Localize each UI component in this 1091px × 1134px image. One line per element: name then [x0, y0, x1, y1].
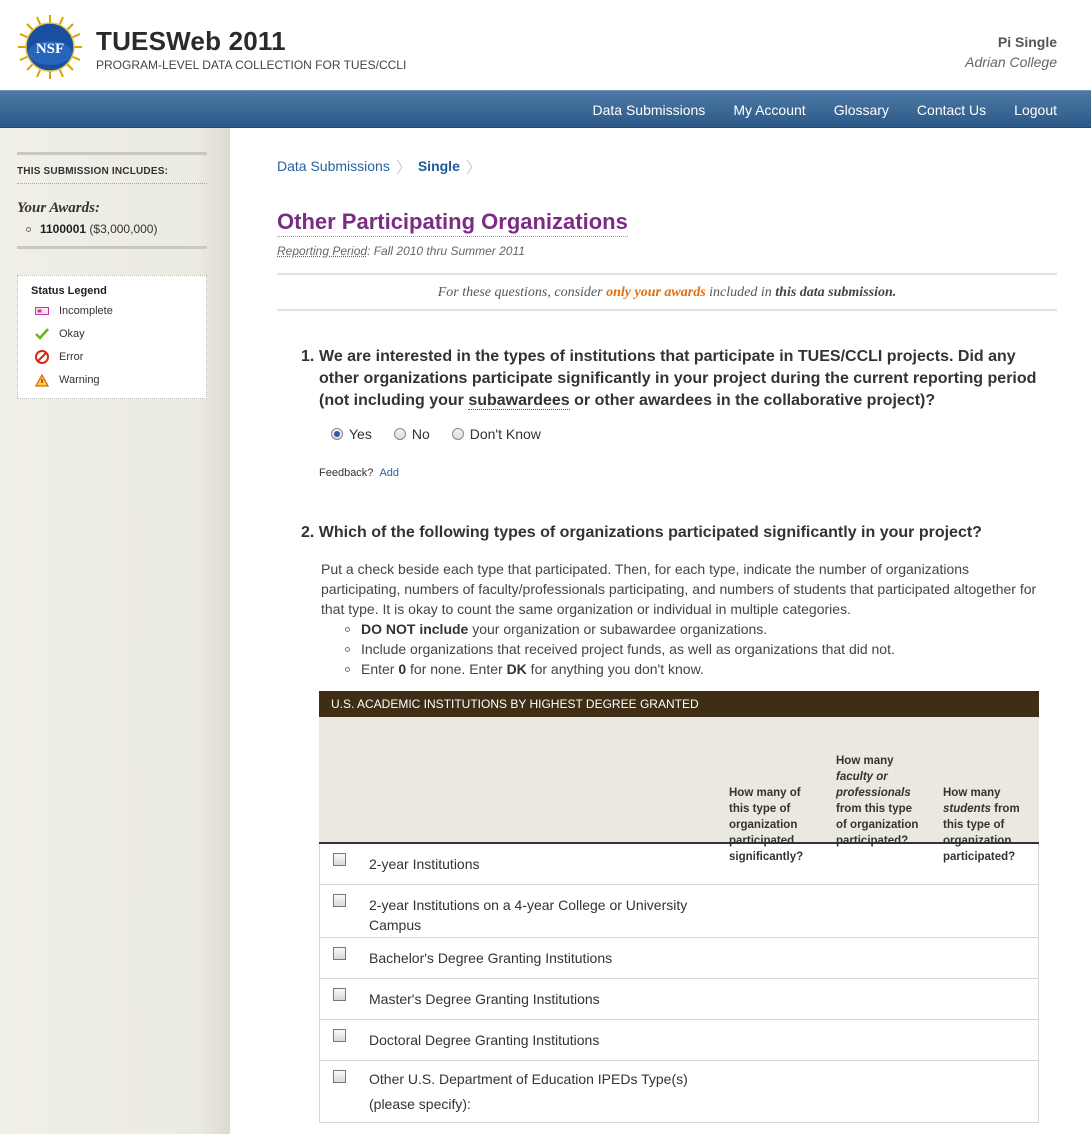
- row-checkbox[interactable]: [333, 947, 346, 960]
- main-nav: Data Submissions My Account Glossary Con…: [0, 90, 1091, 128]
- question-1: 1. We are interested in the types of ins…: [301, 348, 1037, 410]
- error-icon: [35, 350, 49, 364]
- submission-includes-heading: THIS SUBMISSION INCLUDES:: [17, 166, 207, 184]
- list-item: DO NOT include your organization or suba…: [345, 619, 895, 639]
- row-checkbox[interactable]: [333, 1070, 346, 1083]
- radio-dont-know[interactable]: Don't Know: [451, 426, 541, 442]
- warning-icon: [35, 373, 49, 387]
- subawardees-glossary-link[interactable]: subawardees: [468, 392, 570, 410]
- user-organization: Adrian College: [965, 54, 1057, 70]
- svg-text:NSF: NSF: [36, 41, 64, 57]
- column-header-faculty: How many faculty or professionals from t…: [836, 755, 919, 847]
- breadcrumb: Data Submissions 〉 Single 〉: [277, 154, 488, 178]
- list-item: Include organizations that received proj…: [345, 639, 895, 659]
- row-checkbox[interactable]: [333, 853, 346, 866]
- institutions-table: U.S. ACADEMIC INSTITUTIONS BY HIGHEST DE…: [319, 691, 1039, 1123]
- award-item: 1100001 ($3,000,000): [26, 222, 157, 236]
- nav-contact-us[interactable]: Contact Us: [903, 91, 1000, 129]
- legend-warning: Warning: [35, 373, 100, 387]
- incomplete-icon: [35, 304, 49, 318]
- row-label: Master's Degree Granting Institutions: [369, 991, 600, 1007]
- breadcrumb-data-submissions[interactable]: Data Submissions: [277, 158, 390, 174]
- status-legend-title: Status Legend: [31, 285, 107, 297]
- sidebar-divider: [17, 246, 207, 249]
- feedback-add-link[interactable]: Add: [379, 467, 399, 479]
- chevron-right-icon: 〉: [395, 160, 412, 177]
- reporting-period-label: Reporting Period: [277, 244, 368, 258]
- nsf-logo-icon[interactable]: NSF: [16, 13, 84, 81]
- status-legend: Status Legend Incomplete Okay Error Warn…: [17, 275, 207, 399]
- breadcrumb-current: Single: [417, 158, 460, 174]
- row-checkbox[interactable]: [333, 1029, 346, 1042]
- app-title: TUESWeb 2011: [96, 26, 286, 56]
- question-1-options: Yes No Don't Know: [331, 426, 563, 442]
- radio-yes[interactable]: Yes: [331, 426, 372, 442]
- table-row: 2-year Institutions: [319, 844, 1039, 885]
- awards-label: Your Awards:: [17, 200, 100, 216]
- table-row: 2-year Institutions on a 4-year College …: [319, 885, 1039, 938]
- nav-glossary[interactable]: Glossary: [820, 91, 903, 129]
- row-label: 2-year Institutions on a 4-year College …: [369, 897, 688, 933]
- legend-okay: Okay: [35, 327, 85, 341]
- nav-my-account[interactable]: My Account: [719, 91, 819, 129]
- table-row: Other U.S. Department of Education IPEDs…: [319, 1061, 1039, 1123]
- app-subtitle: PROGRAM-LEVEL DATA COLLECTION FOR TUES/C…: [96, 58, 407, 72]
- nav-logout[interactable]: Logout: [1000, 91, 1071, 129]
- row-label: 2-year Institutions: [369, 856, 480, 872]
- user-name: Pi Single: [997, 34, 1057, 50]
- row-label: Doctoral Degree Granting Institutions: [369, 1032, 600, 1048]
- feedback: Feedback? Add: [319, 467, 400, 479]
- row-checkbox[interactable]: [333, 894, 346, 907]
- question-2: 2. Which of the following types of organ…: [301, 524, 982, 541]
- nav-data-submissions[interactable]: Data Submissions: [578, 91, 719, 129]
- table-column-headers: How many of this type of organization pa…: [319, 717, 1039, 863]
- page-title: Other Participating Organizations: [277, 209, 628, 237]
- legend-incomplete: Incomplete: [35, 304, 113, 318]
- chevron-right-icon: 〉: [465, 160, 482, 177]
- app-header: NSF TUESWeb 2011 PROGRAM-LEVEL DATA COLL…: [0, 0, 1091, 90]
- question-2-instructions: DO NOT include your organization or suba…: [345, 619, 895, 679]
- question-2-description: Put a check beside each type that partic…: [321, 561, 1037, 617]
- radio-button[interactable]: [393, 428, 406, 440]
- row-label: Bachelor's Degree Granting Institutions: [369, 950, 613, 966]
- reporting-period: Reporting Period: Fall 2010 thru Summer …: [277, 244, 525, 258]
- legend-error: Error: [35, 350, 83, 364]
- table-row: Doctoral Degree Granting Institutions: [319, 1020, 1039, 1061]
- sidebar-divider: [17, 152, 207, 155]
- table-row: Master's Degree Granting Institutions: [319, 979, 1039, 1020]
- radio-button-checked[interactable]: [331, 428, 343, 440]
- row-label: Other U.S. Department of Education IPEDs…: [369, 1071, 688, 1112]
- radio-no[interactable]: No: [393, 426, 430, 442]
- radio-button[interactable]: [451, 428, 464, 440]
- table-heading: U.S. ACADEMIC INSTITUTIONS BY HIGHEST DE…: [319, 691, 1039, 717]
- table-row: Bachelor's Degree Granting Institutions: [319, 938, 1039, 979]
- bullet-icon: [26, 227, 31, 233]
- list-item: Enter 0 for none. Enter DK for anything …: [345, 659, 895, 679]
- consider-notice: For these questions, consider only your …: [277, 273, 1057, 311]
- row-checkbox[interactable]: [333, 988, 346, 1001]
- checkmark-icon: [35, 327, 49, 341]
